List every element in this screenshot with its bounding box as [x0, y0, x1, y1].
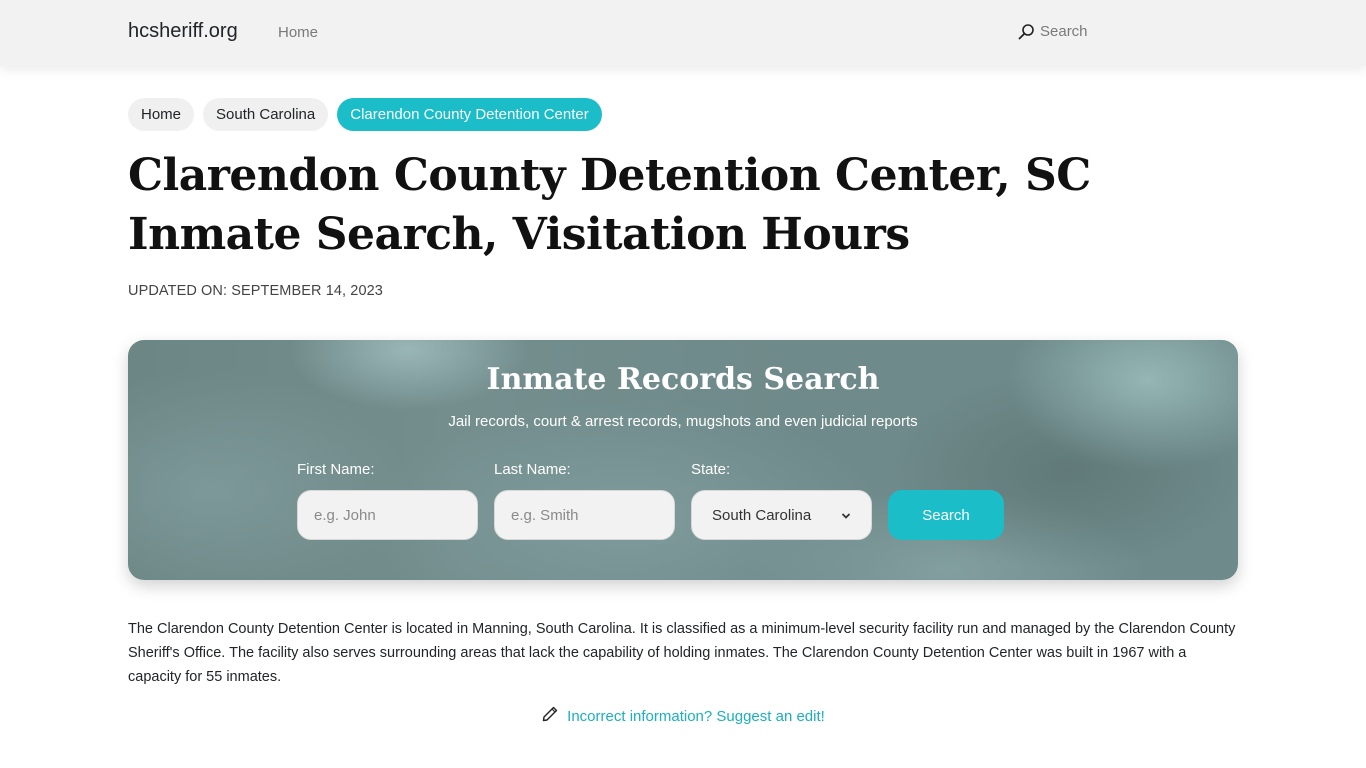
- last-name-label: Last Name:: [494, 461, 571, 478]
- last-name-input[interactable]: [494, 490, 675, 540]
- site-brand-link[interactable]: hcsheriff.org: [128, 20, 238, 43]
- state-select[interactable]: South Carolina: [691, 490, 872, 540]
- search-submit-button[interactable]: Search: [888, 490, 1004, 540]
- nav-search-button[interactable]: Search: [1018, 23, 1088, 40]
- chevron-down-icon: [841, 507, 851, 524]
- search-panel-title: Inmate Records Search: [486, 362, 880, 397]
- first-name-label: First Name:: [297, 461, 375, 478]
- breadcrumb: Home South Carolina Clarendon County Det…: [128, 98, 602, 131]
- navbar: hcsheriff.org Home Search: [0, 0, 1366, 66]
- suggest-edit-link[interactable]: Incorrect information? Suggest an edit!: [567, 708, 825, 725]
- page-title: Clarendon County Detention Center, SC In…: [128, 150, 1091, 260]
- search-panel-subtitle: Jail records, court & arrest records, mu…: [448, 413, 918, 430]
- state-select-value: South Carolina: [712, 506, 812, 524]
- updated-date: UPDATED ON: SEPTEMBER 14, 2023: [128, 283, 383, 299]
- breadcrumb-current-facility[interactable]: Clarendon County Detention Center: [337, 98, 602, 131]
- pencil-icon: [541, 705, 559, 727]
- breadcrumb-home[interactable]: Home: [128, 98, 195, 131]
- inmate-search-panel: Inmate Records Search Jail records, cour…: [128, 340, 1238, 580]
- nav-link-home[interactable]: Home: [278, 24, 318, 41]
- state-label: State:: [691, 461, 731, 478]
- suggest-edit: Incorrect information? Suggest an edit!: [0, 705, 1366, 727]
- search-icon: [1018, 23, 1035, 40]
- facility-description: The Clarendon County Detention Center is…: [128, 621, 1236, 685]
- breadcrumb-south-carolina[interactable]: South Carolina: [203, 98, 329, 131]
- first-name-input[interactable]: [297, 490, 478, 540]
- nav-search-label: Search: [1040, 23, 1088, 40]
